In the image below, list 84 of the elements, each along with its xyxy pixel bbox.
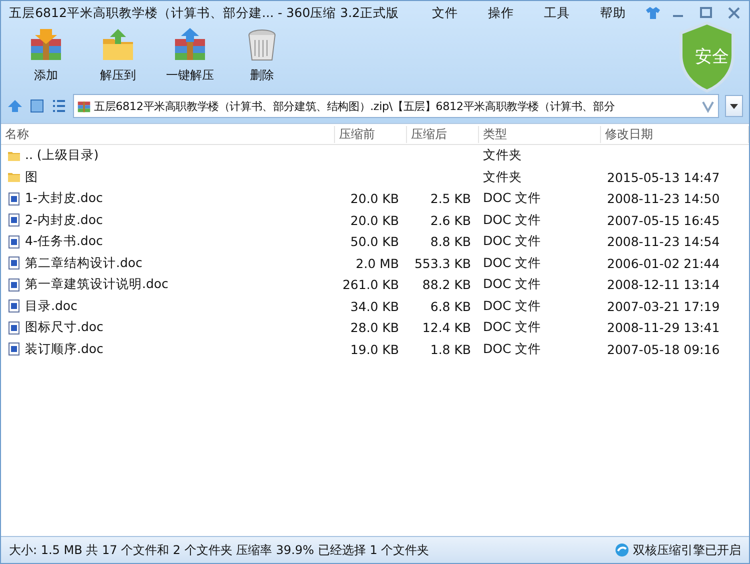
table-cell: 2.5 KB — [430, 191, 471, 206]
table-cell: 2015-05-13 14:47 — [607, 170, 720, 185]
file-name[interactable]: .. (上级目录) — [25, 147, 99, 164]
table-cell: 28.0 KB — [350, 320, 399, 336]
table-cell: 20.0 KB — [350, 212, 399, 228]
file-name[interactable]: 图 — [25, 168, 38, 186]
toolbar-button[interactable]: 一键解压 — [155, 27, 225, 84]
file-name[interactable]: 4-任务书.doc — [25, 233, 103, 250]
dropdown-button[interactable] — [725, 95, 743, 117]
table-cell: DOC 文件 — [483, 190, 542, 206]
toolbar-button[interactable]: 添加 — [11, 27, 81, 84]
table-cell: 2007-03-21 17:19 — [607, 298, 720, 314]
document-icon — [7, 342, 21, 356]
column-header[interactable]: 压缩前 — [335, 126, 407, 142]
table-cell: 2008-11-23 14:50 — [607, 191, 720, 206]
up-arrow-icon[interactable] — [7, 98, 23, 114]
file-name[interactable]: 1-大封皮.doc — [25, 190, 103, 208]
caret-icon — [730, 104, 738, 108]
column-header[interactable]: 修改日期 — [601, 126, 749, 142]
document-icon — [7, 234, 21, 249]
table-cell: 2.6 KB — [430, 212, 471, 228]
toolbar-button[interactable]: 删除 — [227, 27, 297, 84]
chevron-icon[interactable] — [701, 99, 715, 113]
table-cell: 2007-05-18 09:16 — [607, 342, 720, 357]
file-name[interactable]: 装订顺序.doc — [25, 340, 104, 358]
column-header[interactable]: 类型 — [479, 126, 601, 142]
table-cell: DOC 文件 — [483, 276, 542, 292]
table-cell: DOC 文件 — [483, 254, 542, 270]
column-header[interactable]: 名称 — [1, 126, 335, 142]
archive-icon — [77, 99, 91, 113]
engine-status: 双核压缩引擎已开启 — [633, 542, 741, 558]
document-icon — [7, 213, 21, 228]
table-cell: DOC 文件 — [483, 212, 542, 227]
table-cell: 2.0 MB — [356, 256, 399, 271]
table-cell: 50.0 KB — [350, 234, 399, 250]
document-icon — [7, 320, 21, 335]
table-cell: 6.8 KB — [430, 298, 471, 314]
table-cell: 19.0 KB — [350, 342, 399, 357]
table-cell: 2008-11-23 14:54 — [607, 234, 720, 250]
list-view-icon[interactable] — [51, 98, 67, 114]
status-summary: 大小: 1.5 MB 共 17 个文件和 2 个文件夹 压缩率 39.9% 已经选择 1 个文件夹 — [9, 542, 430, 558]
table-cell: 20.0 KB — [350, 191, 399, 206]
menu-item[interactable]: 帮助 — [585, 4, 641, 22]
thumbnail-view-icon[interactable] — [29, 98, 45, 114]
file-name[interactable]: 第一章建筑设计说明.doc — [25, 276, 168, 294]
table-cell: 34.0 KB — [350, 298, 399, 314]
document-icon — [7, 192, 21, 206]
table-cell: 261.0 KB — [342, 277, 399, 292]
table-cell: 1.8 KB — [430, 342, 471, 357]
table-cell: 2007-05-15 16:45 — [607, 212, 720, 228]
menu-item[interactable]: 文件 — [417, 4, 473, 22]
table-cell: 2006-01-02 21:44 — [607, 256, 720, 271]
file-name[interactable]: 2-内封皮.doc — [25, 212, 103, 229]
table-cell: 文件夹 — [483, 147, 522, 162]
file-name[interactable]: 图标尺寸.doc — [25, 319, 104, 336]
table-cell: 8.8 KB — [430, 234, 471, 250]
menu-item[interactable]: 工具 — [529, 4, 585, 22]
document-icon — [7, 299, 21, 314]
table-cell: 553.3 KB — [414, 256, 471, 271]
file-name[interactable]: 目录.doc — [25, 298, 78, 315]
address-field[interactable]: 五层6812平米高职教学楼（计算书、部分建筑、结构图）.zip\【五层】6812平米高职教学楼（计算书、部分 — [73, 94, 719, 118]
shirt-icon[interactable] — [645, 6, 661, 20]
folder-extract-icon — [100, 27, 136, 63]
table-cell: DOC 文件 — [483, 340, 542, 356]
column-header[interactable]: 压缩后 — [407, 126, 479, 142]
menu-item[interactable]: 操作 — [473, 4, 529, 22]
document-icon — [7, 278, 21, 292]
document-icon — [7, 256, 21, 270]
toolbar-button[interactable]: 解压到 — [83, 27, 153, 84]
table-cell: DOC 文件 — [483, 298, 542, 313]
archive-add-icon — [28, 27, 64, 63]
archive-extract-icon — [172, 27, 208, 63]
table-cell: 2008-12-11 13:14 — [607, 277, 720, 292]
table-cell: 88.2 KB — [422, 277, 471, 292]
swirl-icon — [615, 543, 629, 557]
window-title: 五层6812平米高职教学楼（计算书、部分建... - 360压缩 3.2正式版 — [9, 4, 399, 22]
table-cell: 文件夹 — [483, 168, 522, 184]
table-cell: 2008-11-29 13:41 — [607, 320, 720, 336]
table-cell: DOC 文件 — [483, 319, 542, 334]
file-name[interactable]: 第二章结构设计.doc — [25, 254, 142, 272]
table-cell: DOC 文件 — [483, 233, 542, 248]
table-cell: 12.4 KB — [422, 320, 471, 336]
security-label: 安全 — [695, 46, 729, 68]
folder-icon — [7, 170, 21, 184]
